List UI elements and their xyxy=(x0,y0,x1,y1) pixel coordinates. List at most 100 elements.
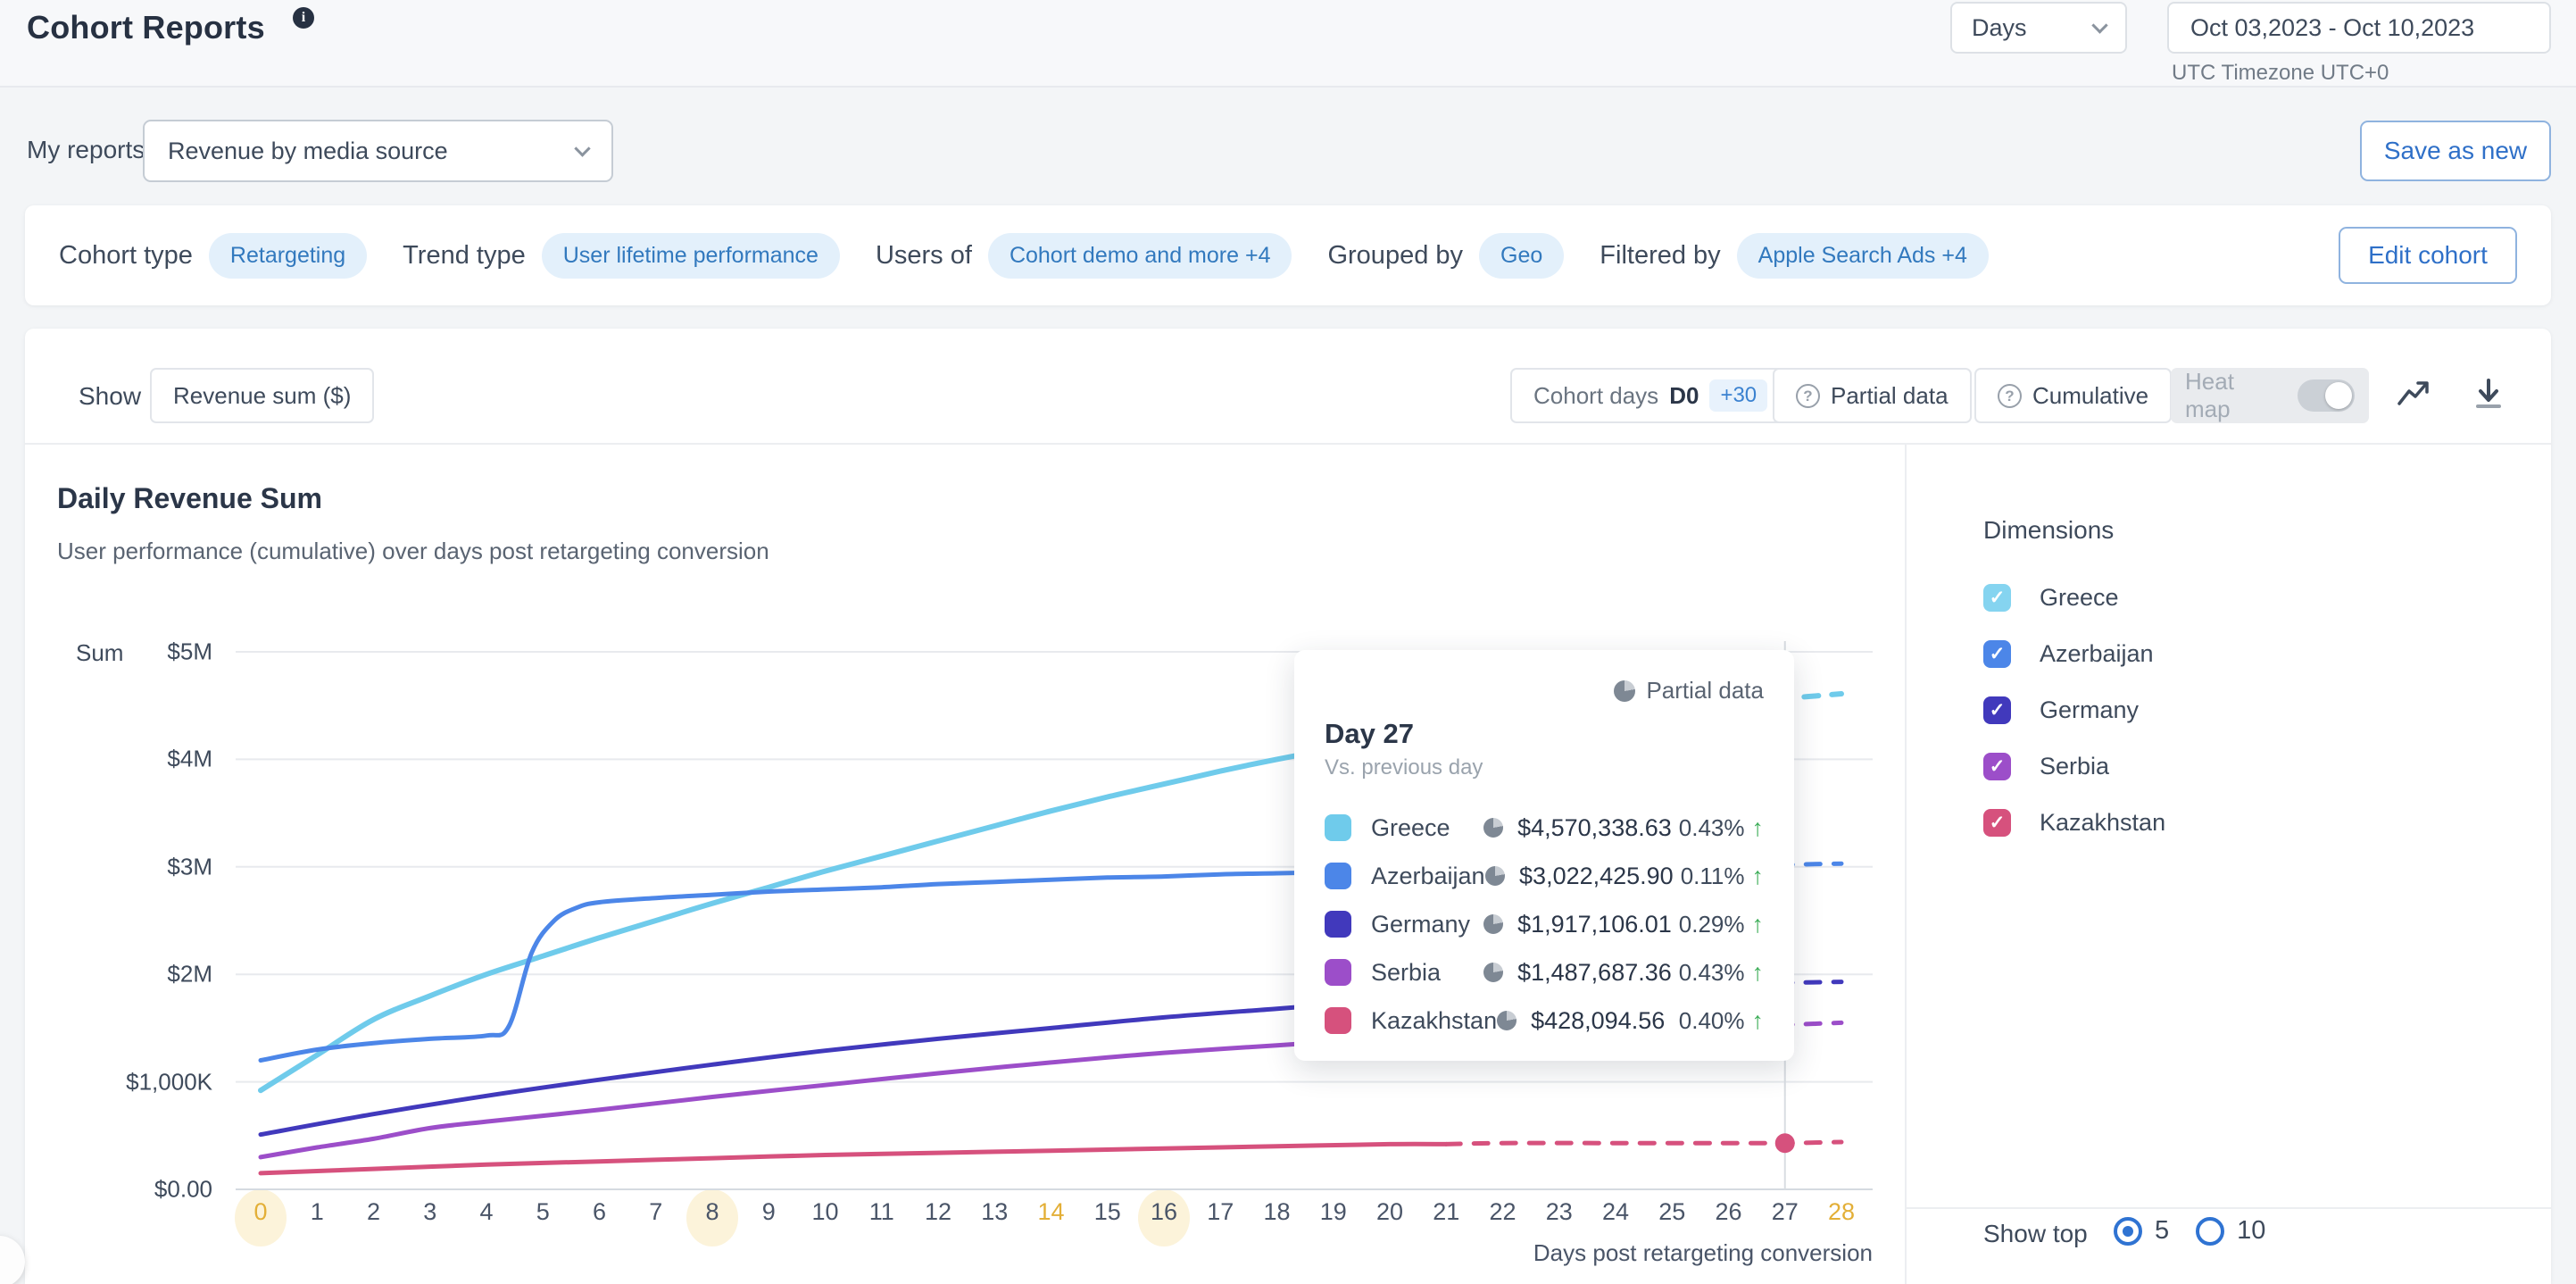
tooltip-series-name: Kazakhstan xyxy=(1371,1007,1497,1035)
chat-widget-bubble[interactable] xyxy=(0,1236,25,1284)
users-of-chip[interactable]: Cohort demo and more +4 xyxy=(988,233,1292,279)
y-tick-label: $3M xyxy=(70,853,212,880)
granularity-value: Days xyxy=(1972,14,2027,42)
show-top-label: Show top xyxy=(1983,1220,2088,1248)
x-tick-label: 22 xyxy=(1472,1198,1534,1226)
report-select[interactable]: Revenue by media source xyxy=(143,120,613,182)
tooltip-row: Kazakhstan$428,094.560.40%↑ xyxy=(1325,996,1764,1045)
grouped-by-chip[interactable]: Geo xyxy=(1479,233,1564,279)
tooltip-series-change: 0.43% xyxy=(1679,814,1745,842)
download-icon[interactable] xyxy=(2469,375,2508,414)
x-axis-caption: Days post retargeting conversion xyxy=(1428,1239,1873,1267)
partial-data-label: Partial data xyxy=(1831,382,1949,410)
dimension-item-kazakhstan[interactable]: ✓Kazakhstan xyxy=(1983,795,2483,851)
checkbox-checked-icon[interactable]: ✓ xyxy=(1983,753,2011,780)
y-tick-label: $4M xyxy=(70,746,212,773)
metric-value: Revenue sum ($) xyxy=(173,382,351,410)
heatmap-toggle[interactable] xyxy=(2298,379,2355,412)
cohort-days-control[interactable]: Cohort days D0 +30 xyxy=(1510,368,1791,423)
tooltip-series-value: $428,094.56 xyxy=(1531,1007,1672,1035)
trend-type-chip[interactable]: User lifetime performance xyxy=(542,233,840,279)
tooltip-series-name: Azerbaijan xyxy=(1371,863,1485,890)
toolbar-divider xyxy=(25,443,2551,445)
trend-view-icon[interactable] xyxy=(2394,375,2433,414)
dimension-label: Germany xyxy=(2040,696,2139,724)
x-tick-label: 2 xyxy=(343,1198,405,1226)
series-color-swatch xyxy=(1325,863,1351,889)
show-top-option-10[interactable]: 10 xyxy=(2196,1216,2265,1246)
dimension-item-azerbaijan[interactable]: ✓ Azerbaijan xyxy=(1983,626,2483,682)
x-tick-label: 1 xyxy=(286,1198,348,1226)
question-icon: ? xyxy=(1998,384,2022,408)
tooltip-row: Germany$1,917,106.010.29%↑ xyxy=(1325,900,1764,948)
tooltip-series-value: $3,022,425.90 xyxy=(1519,863,1674,890)
panel-divider xyxy=(1905,445,1907,1284)
cumulative-label: Cumulative xyxy=(2032,382,2148,410)
x-tick-label: 16 xyxy=(1133,1198,1195,1226)
x-tick-label: 23 xyxy=(1528,1198,1591,1226)
date-range-value: Oct 03,2023 - Oct 10,2023 xyxy=(2190,14,2474,42)
tooltip-series-name: Germany xyxy=(1371,911,1483,938)
dimension-label: Serbia xyxy=(2040,753,2109,780)
dimension-item-greece[interactable]: ✓ Greece xyxy=(1983,570,2483,626)
x-tick-label: 21 xyxy=(1415,1198,1477,1226)
x-tick-label: 25 xyxy=(1641,1198,1703,1226)
radio-icon[interactable] xyxy=(2196,1217,2224,1246)
x-tick-label: 24 xyxy=(1584,1198,1647,1226)
toggle-knob xyxy=(2325,382,2352,409)
up-arrow-icon: ↑ xyxy=(1752,814,1765,842)
field-label: Cohort type xyxy=(59,241,193,271)
filtered-by-chip[interactable]: Apple Search Ads +4 xyxy=(1737,233,1989,279)
up-arrow-icon: ↑ xyxy=(1752,959,1765,987)
dimension-item-serbia[interactable]: ✓ Serbia xyxy=(1983,738,2483,795)
cohort-days-badge: +30 xyxy=(1709,379,1767,412)
dimension-label: Greece xyxy=(2040,584,2119,612)
checkbox-checked-icon[interactable]: ✓ xyxy=(1983,640,2011,668)
heatmap-toggle-group: Heat map xyxy=(2171,368,2369,423)
tooltip-partial-data: Partial data xyxy=(1614,677,1764,705)
users-of-field: Users of Cohort demo and more +4 xyxy=(876,233,1292,279)
dimension-label: Azerbaijan xyxy=(2040,640,2154,668)
tooltip-series-value: $1,487,687.36 xyxy=(1517,959,1672,987)
partial-data-pie-icon xyxy=(1497,1011,1517,1030)
y-tick-label: $5M xyxy=(70,638,212,666)
save-as-new-button[interactable]: Save as new xyxy=(2360,121,2551,181)
x-tick-label: 11 xyxy=(851,1198,913,1226)
x-tick-label: 26 xyxy=(1698,1198,1760,1226)
checkbox-checked-icon[interactable]: ✓ xyxy=(1983,809,2011,837)
up-arrow-icon: ↑ xyxy=(1752,863,1765,890)
cohort-reports-page: Cohort Reports i Days Oct 03,2023 - Oct … xyxy=(0,0,2576,1284)
x-tick-label: 28 xyxy=(1810,1198,1873,1226)
field-label: Trend type xyxy=(403,241,526,271)
tooltip-partial-label: Partial data xyxy=(1646,677,1764,705)
date-range-picker[interactable]: Oct 03,2023 - Oct 10,2023 xyxy=(2167,2,2551,54)
cohort-type-chip[interactable]: Retargeting xyxy=(209,233,367,279)
x-tick-label: 3 xyxy=(399,1198,461,1226)
radio-label: 5 xyxy=(2155,1216,2169,1246)
granularity-select[interactable]: Days xyxy=(1950,2,2127,54)
x-tick-label: 15 xyxy=(1076,1198,1139,1226)
edit-cohort-button[interactable]: Edit cohort xyxy=(2339,227,2517,284)
tooltip-subtitle: Vs. previous day xyxy=(1325,755,1764,780)
metric-select[interactable]: Revenue sum ($) xyxy=(150,368,374,423)
partial-data-button[interactable]: ? Partial data xyxy=(1773,368,1972,423)
radio-icon[interactable] xyxy=(2114,1217,2142,1246)
x-tick-label: 6 xyxy=(569,1198,631,1226)
checkbox-checked-icon[interactable]: ✓ xyxy=(1983,696,2011,724)
y-tick-label: $1,000K xyxy=(70,1068,212,1096)
tooltip-series-change: 0.43% xyxy=(1679,959,1745,987)
question-icon: ? xyxy=(1796,384,1820,408)
x-tick-label: 10 xyxy=(794,1198,857,1226)
cohort-days-label: Cohort days xyxy=(1533,382,1658,410)
dimension-item-germany[interactable]: ✓ Germany xyxy=(1983,682,2483,738)
x-tick-label: 5 xyxy=(511,1198,574,1226)
field-label: Filtered by xyxy=(1600,241,1720,271)
dimensions-list: ✓ Greece ✓ Azerbaijan ✓ Germany ✓ Serbia ✓Kazakh… xyxy=(1983,570,2483,851)
info-icon[interactable]: i xyxy=(293,7,314,29)
tooltip-series-value: $4,570,338.63 xyxy=(1517,814,1672,842)
cumulative-button[interactable]: ? Cumulative xyxy=(1974,368,2172,423)
checkbox-checked-icon[interactable]: ✓ xyxy=(1983,584,2011,612)
chart-subtitle: User performance (cumulative) over days … xyxy=(57,538,769,565)
show-top-option-5[interactable]: 5 xyxy=(2114,1216,2169,1246)
x-tick-label: 9 xyxy=(737,1198,800,1226)
